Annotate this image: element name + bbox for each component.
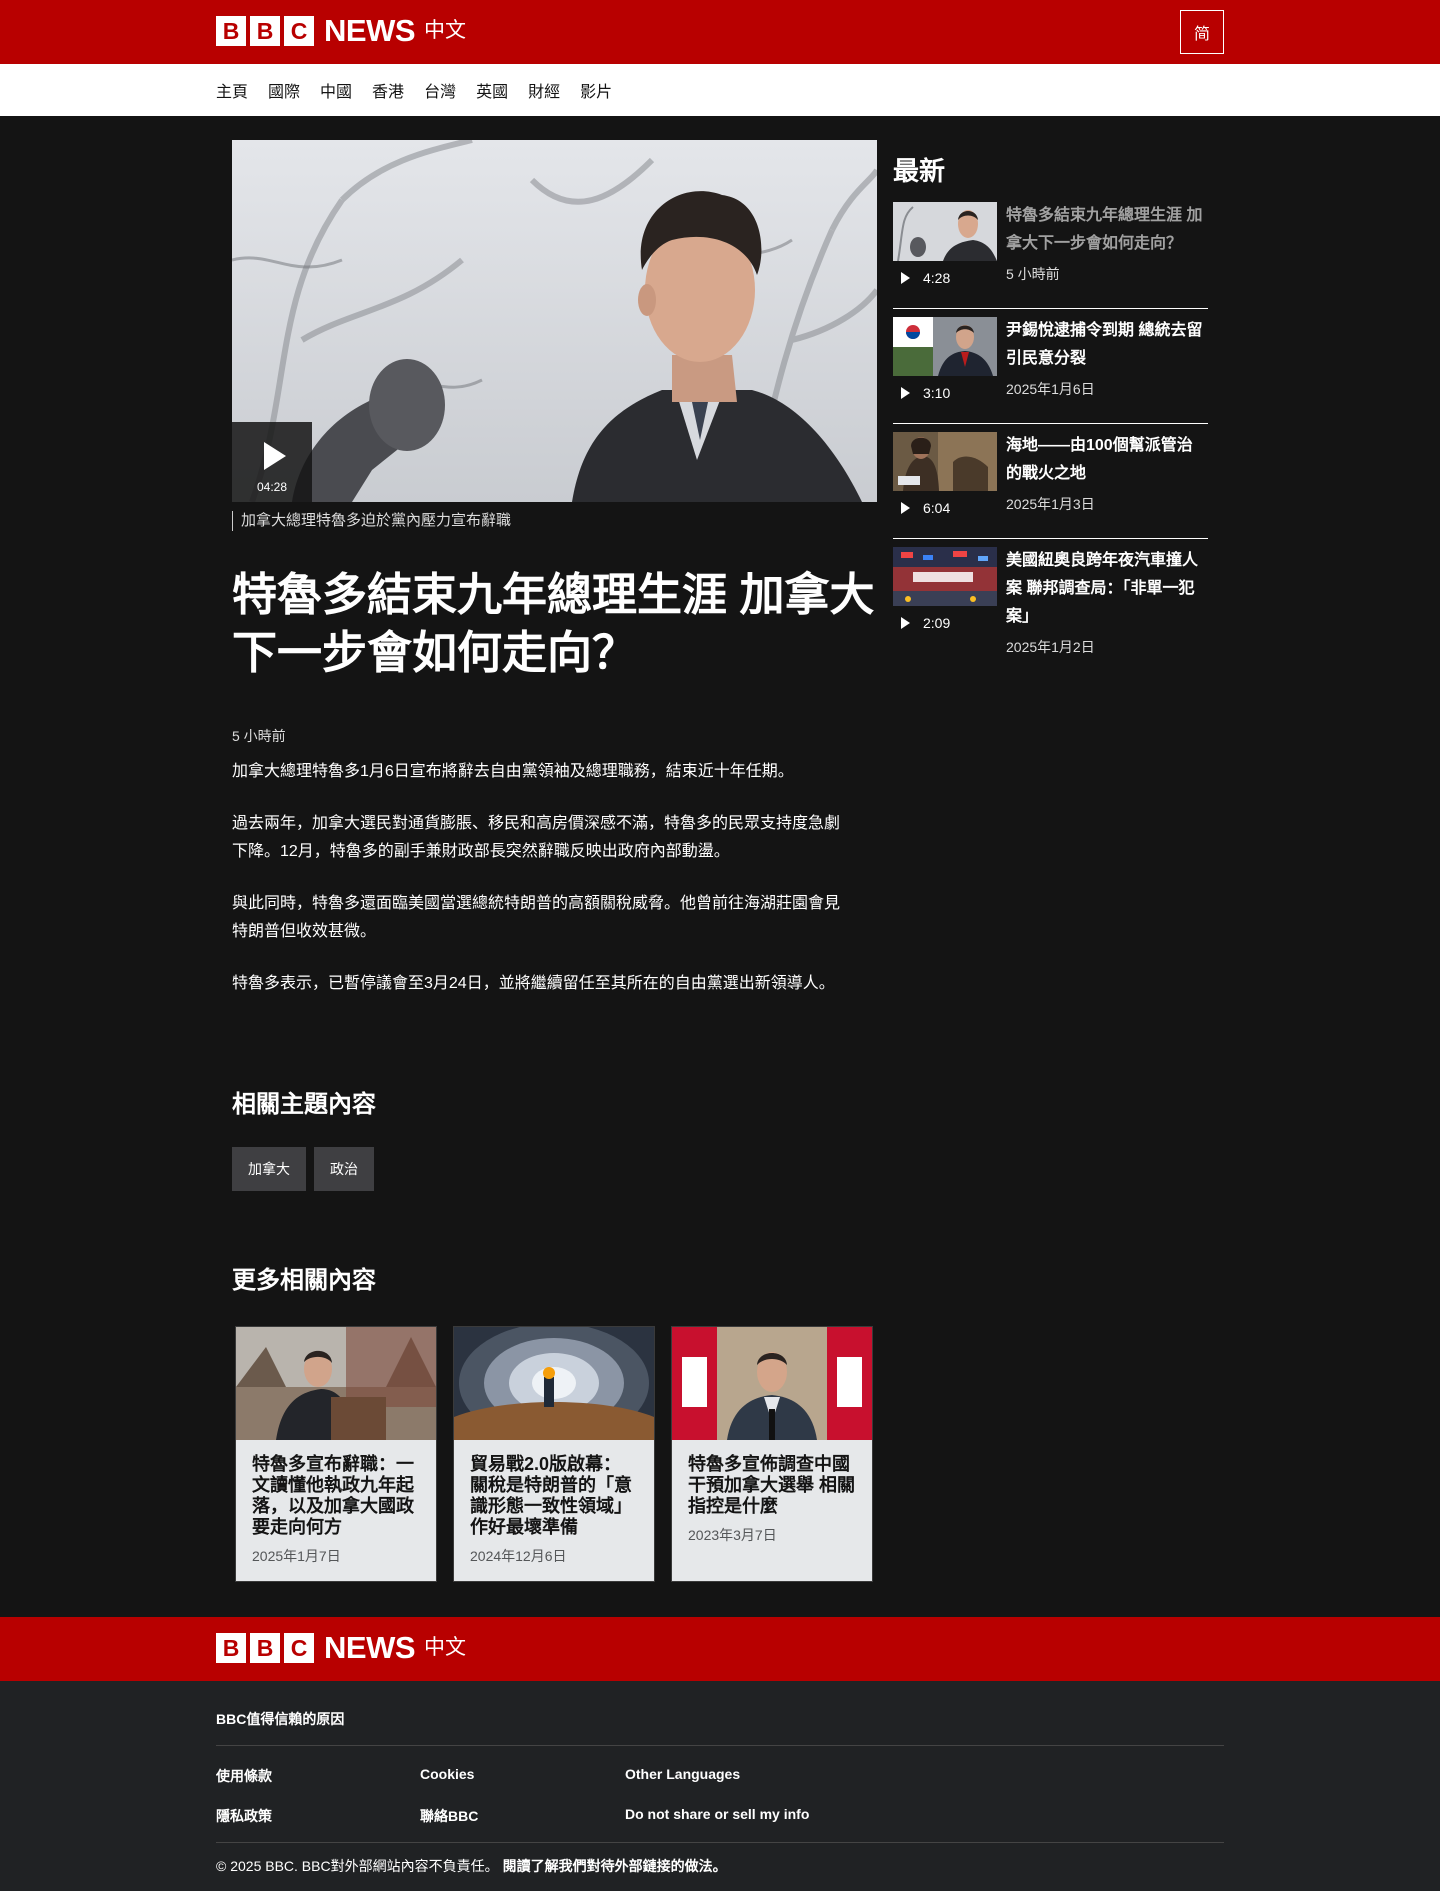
footer-copyright: © 2025 BBC. BBC對外部網站內容不負責任。 閱讀了解我們對待外部鏈接的… — [216, 1856, 727, 1876]
latest-item-date: 5 小時前 — [1006, 266, 1060, 282]
latest-item-duration-text: 4:28 — [923, 270, 951, 286]
footer-bbc-news-logo[interactable]: B B C NEWS 中文 — [216, 1630, 466, 1665]
video-duration: 04:28 — [256, 480, 288, 494]
latest-item[interactable]: 3:10 尹錫悅逮捕令到期 總統去留引民意分裂 2025年1月6日 — [893, 317, 1208, 424]
footer-link-other-languages[interactable]: Other Languages — [625, 1766, 740, 1782]
latest-sidebar: 最新 4:28 特魯多結束九年總理生涯 加拿大下一步會如何走向？ 5 小時前 3… — [893, 151, 1208, 677]
article-paragraph: 與此同時，特魯多還面臨美國當選總統特朗普的高額關稅威脅。他曾前往海湖莊園會見特朗… — [232, 895, 841, 940]
latest-item-image — [893, 432, 997, 491]
related-card[interactable]: 特魯多宣佈調查中國干預加拿大選舉 相關指控是什麼 2023年3月7日 — [671, 1326, 873, 1582]
latest-heading: 最新 — [893, 156, 946, 186]
nav-item-uk[interactable]: 英國 — [476, 78, 508, 102]
footer-link-contact[interactable]: 聯絡BBC — [420, 1806, 478, 1826]
related-card-date: 2024年12月6日 — [470, 1548, 567, 1564]
latest-item[interactable]: 4:28 特魯多結束九年總理生涯 加拿大下一步會如何走向？ 5 小時前 — [893, 202, 1208, 309]
logo-block-c: C — [284, 16, 314, 46]
play-icon — [901, 272, 910, 284]
logo-block-b1: B — [216, 16, 246, 46]
article-body: 加拿大總理特魯多1月6日宣布將辭去自由黨領袖及總理職務，結束近十年任期。 過去兩… — [232, 758, 842, 1022]
footer-divider — [216, 1842, 1224, 1843]
latest-item-title: 特魯多結束九年總理生涯 加拿大下一步會如何走向？ — [1006, 207, 1203, 252]
latest-item[interactable]: 6:04 海地——由100個幫派管治的戰火之地 2025年1月3日 — [893, 432, 1208, 539]
latest-item-date: 2025年1月3日 — [1006, 496, 1095, 512]
article-paragraph: 加拿大總理特魯多1月6日宣布將辭去自由黨領袖及總理職務，結束近十年任期。 — [232, 763, 794, 780]
related-card-title: 特魯多宣佈調查中國干預加拿大選舉 相關指控是什麼 — [688, 1454, 856, 1516]
article-paragraph: 過去兩年，加拿大選民對通貨膨脹、移民和高房價深感不滿，特魯多的民眾支持度急劇下降… — [232, 815, 841, 860]
related-card-date: 2025年1月7日 — [252, 1548, 341, 1564]
nav-item-international[interactable]: 國際 — [268, 78, 300, 102]
latest-item-image — [893, 547, 997, 606]
latest-item-date: 2025年1月6日 — [1006, 381, 1095, 397]
logo-block-c: C — [284, 1633, 314, 1663]
related-card-date: 2023年3月7日 — [688, 1527, 777, 1543]
nav-item-home[interactable]: 主頁 — [216, 78, 248, 102]
footer-link-do-not-share[interactable]: Do not share or sell my info — [625, 1806, 809, 1822]
latest-item-title: 尹錫悅逮捕令到期 總統去留引民意分裂 — [1006, 322, 1203, 367]
latest-item-duration: 3:10 — [893, 385, 997, 401]
play-icon — [264, 442, 286, 470]
play-icon — [901, 387, 910, 399]
article-timestamp: 5 小時前 — [232, 728, 286, 744]
nav-item-taiwan[interactable]: 台灣 — [424, 78, 456, 102]
topics-heading: 相關主題內容 — [232, 1091, 376, 1118]
footer-link-terms[interactable]: 使用條款 — [216, 1766, 272, 1786]
logo-block-b2: B — [250, 16, 280, 46]
latest-item-duration-text: 3:10 — [923, 385, 951, 401]
latest-item-date: 2025年1月2日 — [1006, 639, 1095, 655]
latest-item-duration-text: 2:09 — [923, 615, 951, 631]
topic-tags: 加拿大 政治 — [232, 1147, 382, 1191]
play-button[interactable]: 04:28 — [232, 422, 312, 502]
article-paragraph: 特魯多表示，已暫停議會至3月24日，並將繼續留任至其所在的自由黨選出新領導人。 — [232, 975, 835, 992]
nav-item-video[interactable]: 影片 — [580, 78, 612, 102]
nav-item-hongkong[interactable]: 香港 — [372, 78, 404, 102]
footer-brand-bar: B B C NEWS 中文 — [0, 1617, 1440, 1681]
related-card-image — [236, 1327, 436, 1440]
nav-item-china[interactable]: 中國 — [320, 78, 352, 102]
related-card-title: 貿易戰2.0版啟幕：關稅是特朗普的「意識形態一致性領域」作好最壞準備 — [470, 1454, 632, 1537]
related-card-title: 特魯多宣布辭職：一文讀懂他執政九年起落，以及加拿大國政要走向何方 — [252, 1454, 414, 1537]
logo-block-b1: B — [216, 1633, 246, 1663]
footer-divider — [216, 1745, 1224, 1746]
logo-news-text: NEWS — [324, 13, 416, 48]
article-headline: 特魯多結束九年總理生涯 加拿大下一步會如何走向？ — [232, 569, 875, 678]
copyright-text: © 2025 BBC. BBC對外部網站內容不負責任。 — [216, 1858, 499, 1874]
site-header: B B C NEWS 中文 简 — [0, 0, 1440, 64]
footer-link-why-trust[interactable]: BBC值得信賴的原因 — [216, 1709, 344, 1729]
logo-block-b2: B — [250, 1633, 280, 1663]
main-navigation: 主頁 國際 中國 香港 台灣 英國 財經 影片 — [0, 64, 1440, 116]
latest-item-duration-text: 6:04 — [923, 500, 951, 516]
latest-item-image — [893, 317, 997, 376]
play-icon — [901, 502, 910, 514]
related-card[interactable]: 貿易戰2.0版啟幕：關稅是特朗普的「意識形態一致性領域」作好最壞準備 2024年… — [453, 1326, 655, 1582]
logo-language-text: 中文 — [424, 19, 466, 42]
latest-item-image — [893, 202, 997, 261]
logo-news-text: NEWS — [324, 1630, 416, 1665]
video-caption: 加拿大總理特魯多迫於黨內壓力宣布辭職 — [232, 511, 511, 531]
nav-item-finance[interactable]: 財經 — [528, 78, 560, 102]
simplified-script-toggle-button[interactable]: 简 — [1180, 10, 1224, 54]
footer-link-cookies[interactable]: Cookies — [420, 1766, 474, 1782]
bbc-news-logo[interactable]: B B C NEWS 中文 — [216, 13, 466, 48]
main-content: 04:28 加拿大總理特魯多迫於黨內壓力宣布辭職 特魯多結束九年總理生涯 加拿大… — [0, 116, 1440, 1616]
related-card-image — [672, 1327, 872, 1440]
footer-link-privacy[interactable]: 隱私政策 — [216, 1806, 272, 1826]
video-player[interactable]: 04:28 — [232, 140, 877, 502]
play-icon — [901, 617, 910, 629]
topic-tag-canada[interactable]: 加拿大 — [232, 1147, 306, 1191]
topic-tag-politics[interactable]: 政治 — [314, 1147, 374, 1191]
external-link-policy-link[interactable]: 閱讀了解我們對待外部鏈接的做法。 — [503, 1858, 727, 1874]
related-card[interactable]: 特魯多宣布辭職：一文讀懂他執政九年起落，以及加拿大國政要走向何方 2025年1月… — [235, 1326, 437, 1582]
logo-language-text: 中文 — [424, 1636, 466, 1659]
latest-item-duration: 4:28 — [893, 270, 997, 286]
related-heading: 更多相關內容 — [232, 1267, 376, 1294]
related-card-image — [454, 1327, 654, 1440]
latest-item-duration: 6:04 — [893, 500, 997, 516]
latest-item-duration: 2:09 — [893, 615, 997, 631]
latest-item[interactable]: 2:09 美國紐奧良跨年夜汽車撞人案 聯邦調查局：「非單一犯案」 2025年1月… — [893, 547, 1208, 669]
latest-item-title: 海地——由100個幫派管治的戰火之地 — [1006, 437, 1193, 482]
related-cards: 特魯多宣布辭職：一文讀懂他執政九年起落，以及加拿大國政要走向何方 2025年1月… — [235, 1326, 889, 1582]
latest-item-title: 美國紐奧良跨年夜汽車撞人案 聯邦調查局：「非單一犯案」 — [1006, 552, 1199, 625]
video-poster-image — [232, 140, 877, 502]
